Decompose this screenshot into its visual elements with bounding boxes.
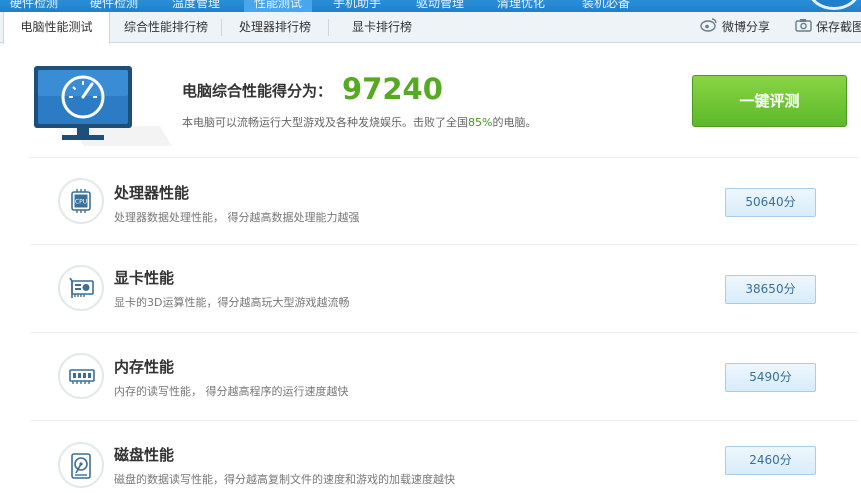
- top-nav-item[interactable]: 硬件检测: [90, 0, 138, 11]
- overall-score-description: 本电脑可以流畅运行大型游戏及各种发烧娱乐。击败了全国85%的电脑。: [182, 114, 536, 130]
- disk-performance-row: 磁盘性能 磁盘的数据读写性能，得分越高复制文件的速度和游戏的加载速度越快 246…: [28, 421, 858, 493]
- cpu-performance-description: 处理器数据处理性能， 得分越高数据处理能力越强: [114, 211, 360, 224]
- top-nav-item[interactable]: 清理优化: [497, 0, 545, 11]
- gpu-performance-row: 显卡性能 显卡的3D运算性能，得分越高玩大型游戏越流畅 38650分: [28, 245, 858, 333]
- svg-text:CPU: CPU: [75, 199, 87, 206]
- top-nav-item-active[interactable]: 性能测试: [244, 0, 313, 12]
- top-nav-item[interactable]: 手机助手: [333, 0, 381, 11]
- camera-icon: [795, 13, 812, 43]
- gpu-score-badge: 38650分: [725, 275, 816, 304]
- one-click-evaluate-button[interactable]: 一键评测: [692, 75, 847, 127]
- tab-overall-ranking[interactable]: 综合性能排行榜: [111, 12, 221, 43]
- top-nav-item[interactable]: 硬件检测: [10, 0, 58, 11]
- save-screenshot-label: 保存截图: [816, 20, 861, 34]
- cpu-performance-row: CPU 处理器性能 处理器数据处理性能， 得分越高数据处理能力越强 50640分: [28, 158, 858, 246]
- memory-score-badge: 5490分: [725, 363, 816, 392]
- gpu-performance-title: 显卡性能: [114, 269, 175, 287]
- beat-percentage: 85%: [468, 116, 493, 129]
- tab-bar: 电脑性能测试 综合性能排行榜 处理器排行榜 显卡排行榜 微博分享 保存截图: [0, 12, 861, 44]
- top-nav-item[interactable]: 装机必备: [582, 0, 630, 11]
- save-screenshot-button[interactable]: 保存截图: [795, 12, 861, 43]
- memory-performance-row: 内存性能 内存的读写性能， 得分越高程序的运行速度越快 5490分: [28, 333, 858, 421]
- overall-score-title: 电脑综合性能得分为：: [182, 82, 333, 100]
- memory-performance-description: 内存的读写性能， 得分越高程序的运行速度越快: [114, 385, 349, 398]
- disk-icon: [58, 442, 104, 488]
- graphics-card-icon: [58, 265, 104, 311]
- monitor-speedometer-icon: [32, 64, 172, 150]
- disk-score-badge: 2460分: [725, 446, 816, 475]
- weibo-icon: [700, 13, 718, 43]
- memory-performance-title: 内存性能: [114, 358, 175, 376]
- top-nav: 硬件检测 硬件检测 温度管理 性能测试 手机助手 驱动管理 清理优化 装机必备: [0, 0, 861, 12]
- tab-pc-benchmark[interactable]: 电脑性能测试: [3, 12, 110, 44]
- cpu-score-badge: 50640分: [725, 188, 816, 217]
- tab-gpu-ranking[interactable]: 显卡排行榜: [329, 12, 435, 43]
- logo-badge: [808, 0, 860, 10]
- weibo-share-button[interactable]: 微博分享: [700, 12, 770, 43]
- disk-performance-description: 磁盘的数据读写性能，得分越高复制文件的速度和游戏的加载速度越快: [114, 473, 455, 486]
- cpu-icon: CPU: [58, 178, 104, 224]
- tab-cpu-ranking[interactable]: 处理器排行榜: [222, 12, 328, 43]
- top-nav-item[interactable]: 驱动管理: [416, 0, 464, 11]
- cpu-performance-title: 处理器性能: [114, 184, 190, 202]
- overall-score-value: 97240: [342, 72, 443, 106]
- score-desc-text: 本电脑可以流畅运行大型游戏及各种发烧娱乐。击败了全国: [182, 116, 468, 129]
- score-desc-text-end: 的电脑。: [492, 116, 537, 129]
- top-nav-item[interactable]: 温度管理: [172, 0, 220, 11]
- disk-performance-title: 磁盘性能: [114, 446, 175, 464]
- weibo-share-label: 微博分享: [722, 20, 771, 34]
- memory-icon: [58, 353, 104, 399]
- gpu-performance-description: 显卡的3D运算性能，得分越高玩大型游戏越流畅: [114, 296, 350, 309]
